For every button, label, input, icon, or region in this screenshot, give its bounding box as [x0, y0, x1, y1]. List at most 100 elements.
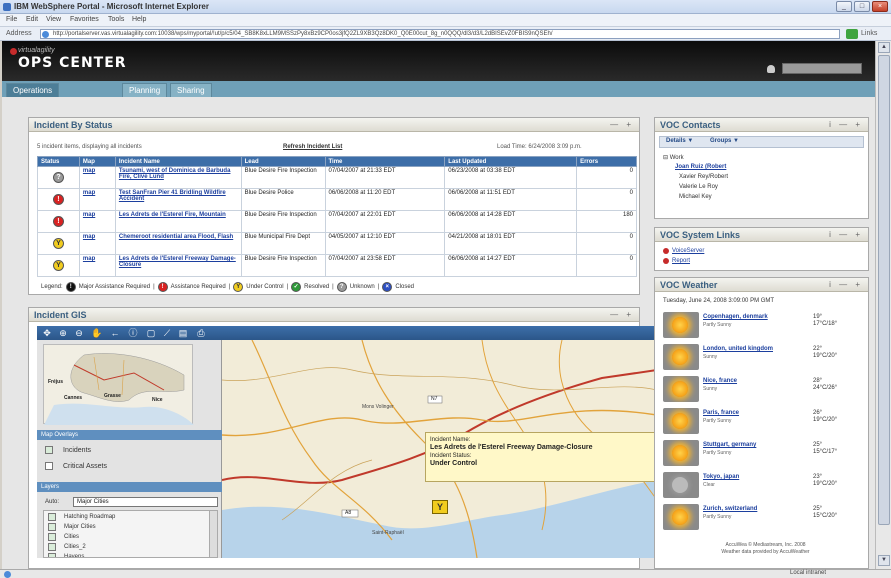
layer-checkbox[interactable] [48, 523, 56, 531]
overlay-critical-assets[interactable]: Critical Assets [45, 462, 107, 470]
table-row[interactable]: ? map Tsunami, west of Dominica de Barbuda… [37, 166, 637, 189]
scroll-thumb[interactable] [878, 55, 890, 525]
overview-map[interactable]: Fréjus Cannes Grasse Nice [43, 344, 194, 425]
info-icon[interactable]: ⓘ [127, 327, 139, 339]
page-scrollbar[interactable]: ▲ ▼ [875, 41, 891, 569]
pan-tool-icon[interactable]: ✥ [41, 327, 53, 339]
column-header[interactable]: Time [324, 156, 446, 167]
menu-file[interactable]: File [6, 16, 17, 23]
address-input[interactable]: http://portalserver.vas.virtualagility.c… [40, 29, 840, 39]
tab-sharing[interactable]: Sharing [170, 83, 212, 97]
panel-controls[interactable]: i — + [829, 120, 863, 129]
tab-operations[interactable]: Operations [6, 83, 60, 97]
column-header[interactable]: Lead [240, 156, 326, 167]
zoom-out-icon[interactable]: ⊖ [73, 327, 85, 339]
column-header[interactable]: Map [78, 156, 116, 167]
incident-name-link[interactable]: Chemeroot residential area Flood, Flash [119, 234, 233, 240]
table-row[interactable]: ! map Test SanFran Pier 41 Bridling Wildfi… [37, 188, 637, 211]
system-link[interactable]: Report [663, 258, 690, 264]
overlay-checkbox[interactable] [45, 446, 53, 454]
panel-controls[interactable]: — + [610, 120, 634, 129]
menu-favorites[interactable]: Favorites [70, 16, 99, 23]
tree-group-work[interactable]: ⊟ Work [663, 154, 684, 161]
links-label[interactable]: Links [861, 30, 877, 37]
table-row[interactable]: Ymap Chemeroot residential area Flood, Fl… [37, 232, 637, 255]
map-link[interactable]: map [83, 212, 95, 218]
contact-item[interactable]: Valerie Le Roy [679, 184, 718, 190]
details-menu[interactable]: Details ▼ [666, 138, 693, 144]
select-tool-icon[interactable]: ✋ [91, 327, 103, 339]
layer-item[interactable]: Cities [48, 533, 79, 541]
close-button[interactable]: × [872, 1, 888, 12]
name-cell: Test SanFran Pier 41 Bridling Wildfire A… [114, 188, 242, 211]
panel-controls[interactable]: i — + [829, 230, 863, 239]
contact-item[interactable]: Xavier Rey/Robert [679, 174, 728, 180]
layer-item[interactable]: Havens [48, 553, 84, 557]
refresh-link[interactable]: Refresh Incident List [283, 144, 342, 150]
incident-name-link[interactable]: Tsunami, west of Dominica de Barbuda Fir… [119, 168, 231, 180]
weather-city-link[interactable]: Tokyo, japan [703, 474, 739, 480]
column-header[interactable]: Last Updated [444, 156, 578, 167]
overlay-checkbox[interactable] [45, 462, 53, 470]
maximize-button[interactable]: □ [854, 1, 870, 12]
panel-title: Incident GIS [34, 310, 87, 320]
layer-item[interactable]: Major Cities [48, 523, 96, 531]
print-icon[interactable]: ▢ [145, 327, 157, 339]
column-header[interactable]: Errors [576, 156, 637, 167]
incident-name-link[interactable]: Test SanFran Pier 41 Bridling Wildfire A… [119, 190, 226, 202]
incident-popup[interactable]: Incident Name: Les Adrets de l'Esterel F… [425, 432, 655, 482]
layer-checkbox[interactable] [48, 543, 56, 551]
layer-list-scrollbar[interactable] [209, 511, 217, 557]
weather-city-link[interactable]: Zurich, switzerland [703, 506, 757, 512]
zoom-in-icon[interactable]: ⊕ [57, 327, 69, 339]
table-row[interactable]: Ymap Les Adrets de l'Esterel Freeway Dama… [37, 254, 637, 277]
weather-city-link[interactable]: London, united kingdom [703, 346, 773, 352]
weather-date: Tuesday, June 24, 2008 3:09:00 PM GMT [663, 298, 775, 304]
groups-menu[interactable]: Groups ▼ [710, 138, 739, 144]
weather-city-link[interactable]: Copenhagen, denmark [703, 314, 768, 320]
layers-icon[interactable]: ▤ [177, 327, 189, 339]
measure-icon[interactable]: ⟋ [161, 327, 173, 339]
go-button[interactable] [846, 29, 858, 39]
column-header[interactable]: Incident Name [114, 156, 242, 167]
contact-item[interactable]: Michael Key [679, 194, 712, 200]
status-legend: Legend: ! Major Assistance Required |! Assi… [41, 282, 414, 292]
scroll-up-icon[interactable]: ▲ [878, 42, 890, 53]
weather-city-link[interactable]: Nice, france [703, 378, 737, 384]
contact-item[interactable]: Joan Ruiz (Robert [675, 164, 726, 170]
map-link[interactable]: map [83, 168, 95, 174]
auto-layer-select[interactable]: Major Cities [73, 497, 218, 507]
layer-item[interactable]: Hatching Roadmap [48, 513, 115, 521]
column-header[interactable]: Status [37, 156, 80, 167]
layer-checkbox[interactable] [48, 533, 56, 541]
weather-city-link[interactable]: Stuttgart, germany [703, 442, 756, 448]
system-link[interactable]: VoiceServer [663, 248, 704, 254]
panel-controls[interactable]: i — + [829, 280, 863, 289]
menu-tools[interactable]: Tools [108, 16, 124, 23]
map-link[interactable]: map [83, 190, 95, 196]
menu-help[interactable]: Help [132, 16, 146, 23]
tab-planning[interactable]: Planning [122, 83, 168, 97]
menu-view[interactable]: View [46, 16, 61, 23]
incident-name-link[interactable]: Les Adrets de l'Esterel Freeway Damage-C… [119, 256, 236, 268]
panel-controls[interactable]: — + [610, 310, 634, 319]
home-icon[interactable] [767, 65, 775, 73]
banner-search-input[interactable] [782, 63, 862, 74]
map-link[interactable]: map [83, 256, 95, 262]
scroll-down-icon[interactable]: ▼ [878, 555, 890, 566]
layer-checkbox[interactable] [48, 513, 56, 521]
layer-checkbox[interactable] [48, 553, 56, 557]
minimize-button[interactable]: _ [836, 1, 852, 12]
layer-item[interactable]: Cities_2 [48, 543, 86, 551]
panel-header: Incident By Status — + [29, 118, 639, 132]
export-icon[interactable]: ⎙ [195, 327, 207, 339]
map-view[interactable]: Mons Volinger Saint-Raphaël A8 N7 Incide… [222, 340, 657, 558]
back-icon[interactable]: ← [109, 327, 121, 339]
weather-city-link[interactable]: Paris, france [703, 410, 739, 416]
menu-edit[interactable]: Edit [26, 16, 38, 23]
incident-marker[interactable]: Y [432, 500, 448, 514]
table-row[interactable]: ! map Les Adrets de l'Esterel Fire, Mounta… [37, 210, 637, 233]
incident-name-link[interactable]: Les Adrets de l'Esterel Fire, Mountain [119, 212, 226, 218]
overlay-incidents[interactable]: Incidents [45, 446, 91, 454]
map-link[interactable]: map [83, 234, 95, 240]
